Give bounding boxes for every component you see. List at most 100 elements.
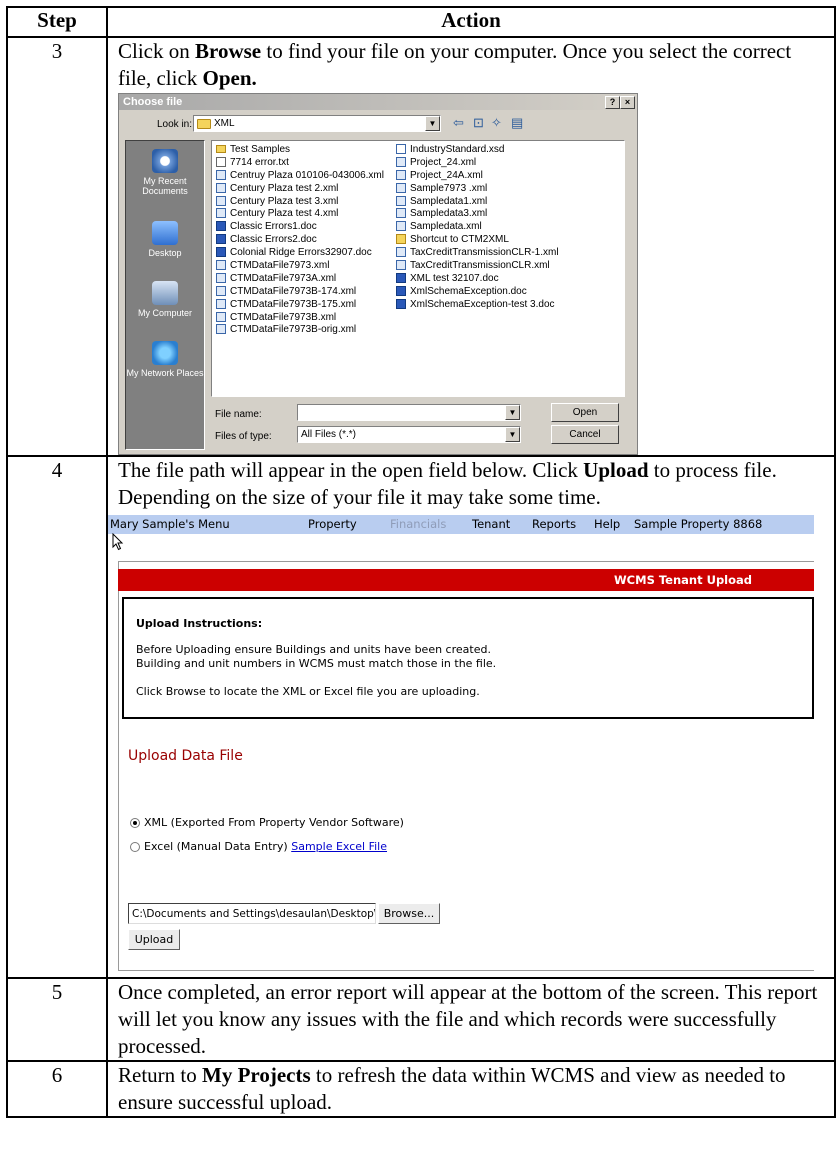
upload-button[interactable]: Upload xyxy=(128,929,180,950)
file-item[interactable]: Centruy Plaza 010106-043006.xml xyxy=(216,169,384,182)
cancel-button[interactable]: Cancel xyxy=(551,425,619,444)
help-button[interactable]: ? xyxy=(605,96,620,109)
file-item[interactable]: TaxCreditTransmissionCLR.xml xyxy=(396,259,559,272)
file-item[interactable]: IndustryStandard.xsd xyxy=(396,143,559,156)
chevron-down-icon[interactable]: ▼ xyxy=(505,405,520,420)
file-column: IndustryStandard.xsd Project_24.xml Projec… xyxy=(396,143,559,311)
chevron-down-icon[interactable]: ▼ xyxy=(425,116,440,131)
doc-file-icon xyxy=(396,272,406,283)
file-list[interactable]: Test Samples 7714 error.txt Centruy Plaza … xyxy=(211,140,625,397)
file-item[interactable]: 7714 error.txt xyxy=(216,156,384,169)
xml-radio[interactable] xyxy=(130,818,140,828)
document: Step Action 3 Click on Browse to find yo… xyxy=(6,6,836,1118)
close-button[interactable]: × xyxy=(620,96,635,109)
instructions-line: Before Uploading ensure Buildings and un… xyxy=(136,643,491,656)
step-number: 4 xyxy=(6,455,108,979)
chevron-down-icon[interactable]: ▼ xyxy=(505,427,520,442)
new-folder-icon[interactable]: ✧ xyxy=(491,116,502,130)
look-in-select[interactable]: XML ▼ xyxy=(193,115,441,132)
place-desktop[interactable]: Desktop xyxy=(126,221,204,258)
file-item[interactable]: Classic Errors2.doc xyxy=(216,233,384,246)
file-item[interactable]: Test Samples xyxy=(216,143,384,156)
xml-file-icon xyxy=(216,285,226,296)
file-item[interactable]: Project_24A.xml xyxy=(396,169,559,182)
step-text: Once completed, an error report will app… xyxy=(118,980,818,1058)
file-item[interactable]: Century Plaza test 4.xml xyxy=(216,207,384,220)
bold-run: My Projects xyxy=(202,1063,311,1087)
file-item-label: CTMDataFile7973B-174.xml xyxy=(230,285,357,297)
dialog-title: Choose file xyxy=(123,96,183,108)
file-item[interactable]: Century Plaza test 2.xml xyxy=(216,182,384,195)
back-icon[interactable]: ⇦ xyxy=(453,116,464,130)
excel-radio-label[interactable]: Excel (Manual Data Entry) Sample Excel F… xyxy=(144,840,387,854)
xml-file-icon xyxy=(396,208,406,219)
step-action: The file path will appear in the open fi… xyxy=(106,455,836,979)
file-item-label: Shortcut to CTM2XML xyxy=(410,234,509,246)
menu-item-tenant[interactable]: Tenant xyxy=(472,517,510,531)
file-item-label: Test Samples xyxy=(230,144,291,155)
file-item[interactable]: Project_24.xml xyxy=(396,156,559,169)
file-item[interactable]: Century Plaza test 3.xml xyxy=(216,195,384,208)
file-item[interactable]: Sample7973 .xml xyxy=(396,182,559,195)
doc-file-icon xyxy=(216,221,226,232)
step-row-5: 5 Once completed, an error report will a… xyxy=(6,977,836,1062)
place-computer[interactable]: My Computer xyxy=(126,281,204,318)
folder-file-icon xyxy=(216,145,226,153)
bold-run: Open. xyxy=(202,66,257,90)
menu-item-reports[interactable]: Reports xyxy=(532,517,576,531)
place-network[interactable]: My Network Places xyxy=(126,341,204,378)
file-item[interactable]: XmlSchemaException.doc xyxy=(396,285,559,298)
browse-button[interactable]: Browse... xyxy=(378,903,440,924)
menu-item-property-name[interactable]: Sample Property 8868 xyxy=(634,517,762,531)
file-item[interactable]: Colonial Ridge Errors32907.doc xyxy=(216,246,384,259)
file-item[interactable]: CTMDataFile7973.xml xyxy=(216,259,384,272)
files-of-type-select[interactable]: All Files (*.*) ▼ xyxy=(297,426,521,443)
place-recent[interactable]: My Recent Documents xyxy=(126,149,204,196)
file-item[interactable]: Sampledata1.xml xyxy=(396,195,559,208)
bold-run: Browse xyxy=(195,39,262,63)
xml-file-icon xyxy=(396,182,406,193)
file-item[interactable]: CTMDataFile7973B-174.xml xyxy=(216,285,384,298)
menu-item-property[interactable]: Property xyxy=(308,517,357,531)
file-name-input[interactable]: ▼ xyxy=(297,404,521,421)
file-item-label: CTMDataFile7973A.xml xyxy=(230,272,337,284)
up-folder-icon[interactable]: ⊡ xyxy=(473,116,484,130)
place-label: My Network Places xyxy=(126,368,204,378)
choose-file-dialog: Choose file ? × Look in: XML ▼ ⇦ ⊡ ✧ ▤ M… xyxy=(118,93,638,455)
file-item[interactable]: CTMDataFile7973B-orig.xml xyxy=(216,323,384,336)
folder-icon xyxy=(197,119,211,129)
step-number: 6 xyxy=(6,1060,108,1118)
file-item[interactable]: XML test 32107.doc xyxy=(396,272,559,285)
file-path-input[interactable]: C:\Documents and Settings\desaulan\Deskt… xyxy=(128,903,376,924)
file-item[interactable]: TaxCreditTransmissionCLR-1.xml xyxy=(396,246,559,259)
file-item[interactable]: CTMDataFile7973A.xml xyxy=(216,272,384,285)
xml-file-icon xyxy=(216,195,226,206)
file-item[interactable]: Shortcut to CTM2XML xyxy=(396,233,559,246)
xml-radio-label[interactable]: XML (Exported From Property Vendor Softw… xyxy=(144,816,404,830)
menu-item-help[interactable]: Help xyxy=(594,517,620,531)
text-run: Click on xyxy=(118,39,195,63)
file-item-label: 7714 error.txt xyxy=(230,156,289,168)
mouse-cursor-icon xyxy=(112,533,124,551)
file-item[interactable]: Sampledata3.xml xyxy=(396,207,559,220)
file-item[interactable]: CTMDataFile7973B.xml xyxy=(216,311,384,324)
excel-radio[interactable] xyxy=(130,842,140,852)
file-item-label: Sampledata.xml xyxy=(410,221,482,233)
file-item[interactable]: Classic Errors1.doc xyxy=(216,220,384,233)
view-menu-icon[interactable]: ▤ xyxy=(511,116,523,130)
menu-item-user[interactable]: Mary Sample's Menu xyxy=(110,517,230,531)
file-item[interactable]: Sampledata.xml xyxy=(396,220,559,233)
menu-item-financials: Financials xyxy=(390,517,447,531)
instructions-line: Click Browse to locate the XML or Excel … xyxy=(136,685,480,698)
file-item-label: XmlSchemaException-test 3.doc xyxy=(410,298,555,310)
step-text: The file path will appear in the open fi… xyxy=(118,457,828,511)
menu-bar: Mary Sample's Menu Property Financials T… xyxy=(108,515,814,534)
file-item-label: Century Plaza test 3.xml xyxy=(230,195,339,207)
step-number: 5 xyxy=(6,977,108,1062)
sample-excel-link[interactable]: Sample Excel File xyxy=(291,840,387,853)
header-step: Step xyxy=(6,6,108,38)
instructions-title: Upload Instructions: xyxy=(136,617,263,630)
file-item[interactable]: XmlSchemaException-test 3.doc xyxy=(396,298,559,311)
file-item[interactable]: CTMDataFile7973B-175.xml xyxy=(216,298,384,311)
open-button[interactable]: Open xyxy=(551,403,619,422)
